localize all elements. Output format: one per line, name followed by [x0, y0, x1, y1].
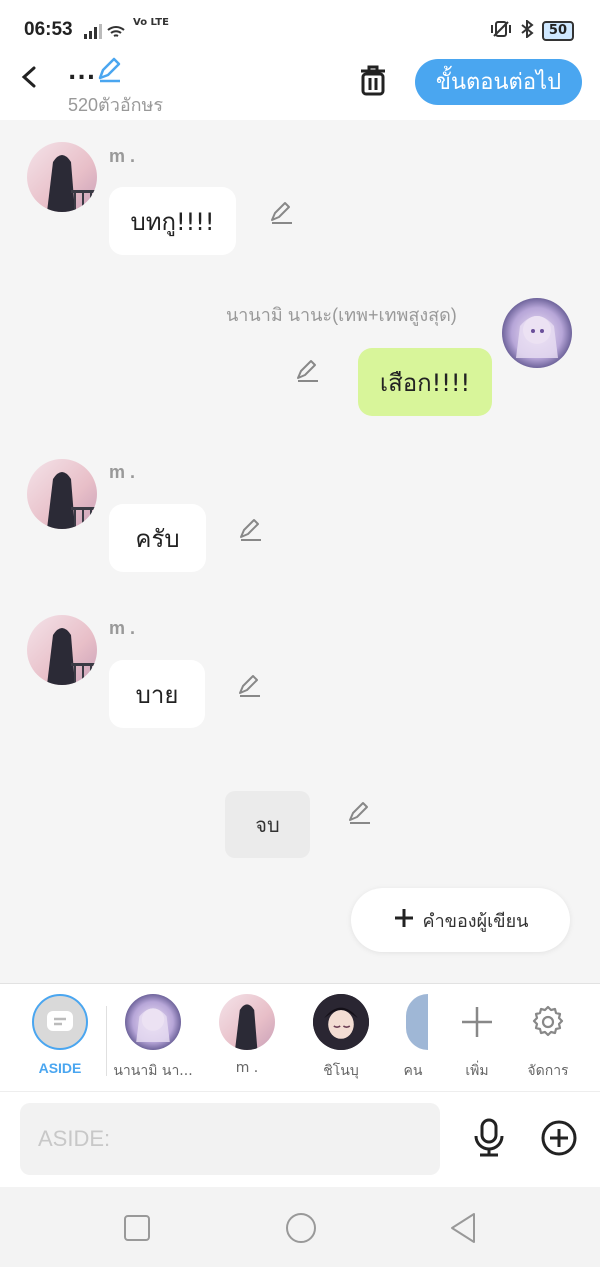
edit-message-icon[interactable]: [268, 199, 296, 227]
status-bar: 06:53 Vo LTE 50: [0, 0, 600, 58]
microphone-button[interactable]: [470, 1118, 508, 1162]
recents-button[interactable]: [123, 1214, 151, 1246]
story-title[interactable]: ...: [68, 60, 96, 85]
vibrate-icon: [490, 20, 512, 42]
signal-icon: [84, 22, 134, 44]
edit-message-icon[interactable]: [294, 357, 322, 385]
edit-message-icon[interactable]: [236, 672, 264, 700]
add-content-button[interactable]: [540, 1119, 578, 1161]
volte-indicator: Vo LTE: [133, 17, 169, 28]
edit-message-icon[interactable]: [237, 516, 265, 544]
manage-label: จัดการ: [527, 1063, 569, 1079]
plus-circle-icon: [541, 1120, 577, 1156]
triangle-back-icon: [451, 1213, 475, 1243]
aside-icon: [32, 994, 88, 1050]
character-aside[interactable]: ASIDE: [15, 994, 105, 1076]
message-bubble[interactable]: เสือก!!!!: [358, 348, 492, 416]
bluetooth-icon: [520, 18, 534, 42]
status-time: 06:53: [24, 19, 73, 40]
author-note-label: คำของผู้เขียน: [422, 910, 529, 932]
edit-title-icon[interactable]: [96, 56, 124, 88]
avatar: [313, 994, 369, 1050]
character-item[interactable]: m .: [202, 994, 292, 1076]
avatar: [406, 994, 428, 1050]
character-label: m .: [235, 1060, 259, 1076]
square-icon: [124, 1215, 150, 1241]
edit-end-icon[interactable]: [346, 799, 374, 827]
character-label: ASIDE: [38, 1060, 82, 1076]
circle-icon: [286, 1213, 316, 1243]
message-input[interactable]: [20, 1103, 440, 1175]
character-label: นานามิ นา...: [113, 1063, 193, 1079]
avatar[interactable]: [27, 142, 97, 212]
author-note-button[interactable]: คำของผู้เขียน: [351, 888, 570, 952]
character-item[interactable]: นานามิ นา...: [108, 994, 198, 1082]
back-button[interactable]: [18, 62, 40, 92]
battery-indicator: 50: [541, 21, 574, 41]
message-bubble[interactable]: บทกู!!!!: [109, 187, 236, 255]
delete-button[interactable]: [357, 62, 389, 98]
character-item[interactable]: ชิโนบุ: [296, 994, 386, 1082]
microphone-icon: [474, 1118, 504, 1157]
manage-characters-button[interactable]: จัดการ: [503, 994, 593, 1082]
message-bubble[interactable]: ครับ: [109, 504, 206, 572]
gear-icon: [503, 994, 593, 1050]
trash-icon: [361, 65, 385, 96]
char-count: 520ตัวอักษร: [68, 95, 164, 115]
character-bar: ASIDE นานามิ นา... m . ชิโนบุ คน เพิ่ม จ…: [0, 983, 600, 1092]
end-marker[interactable]: จบ: [225, 791, 310, 858]
message-bubble[interactable]: บาย: [109, 660, 205, 728]
avatar[interactable]: [502, 298, 572, 368]
avatar[interactable]: [27, 459, 97, 529]
home-button[interactable]: [284, 1211, 318, 1249]
avatar: [125, 994, 181, 1050]
avatar[interactable]: [27, 615, 97, 685]
chevron-left-icon: [21, 66, 36, 88]
status-icons: 50: [490, 18, 574, 42]
next-step-button[interactable]: ขั้นตอนต่อไป: [415, 59, 582, 105]
speaker-name: m .: [109, 146, 136, 166]
character-label: ชิโนบุ: [323, 1063, 359, 1079]
plus-icon: [393, 907, 415, 934]
speaker-name: m .: [109, 618, 136, 638]
system-nav-bar: [0, 1187, 600, 1267]
avatar: [219, 994, 275, 1050]
speaker-name: นานามิ นานะ(เทพ+เทพสูงสุด): [226, 305, 457, 325]
divider: [106, 1006, 107, 1076]
back-nav-button[interactable]: [448, 1211, 478, 1249]
speaker-name: m .: [109, 462, 136, 482]
